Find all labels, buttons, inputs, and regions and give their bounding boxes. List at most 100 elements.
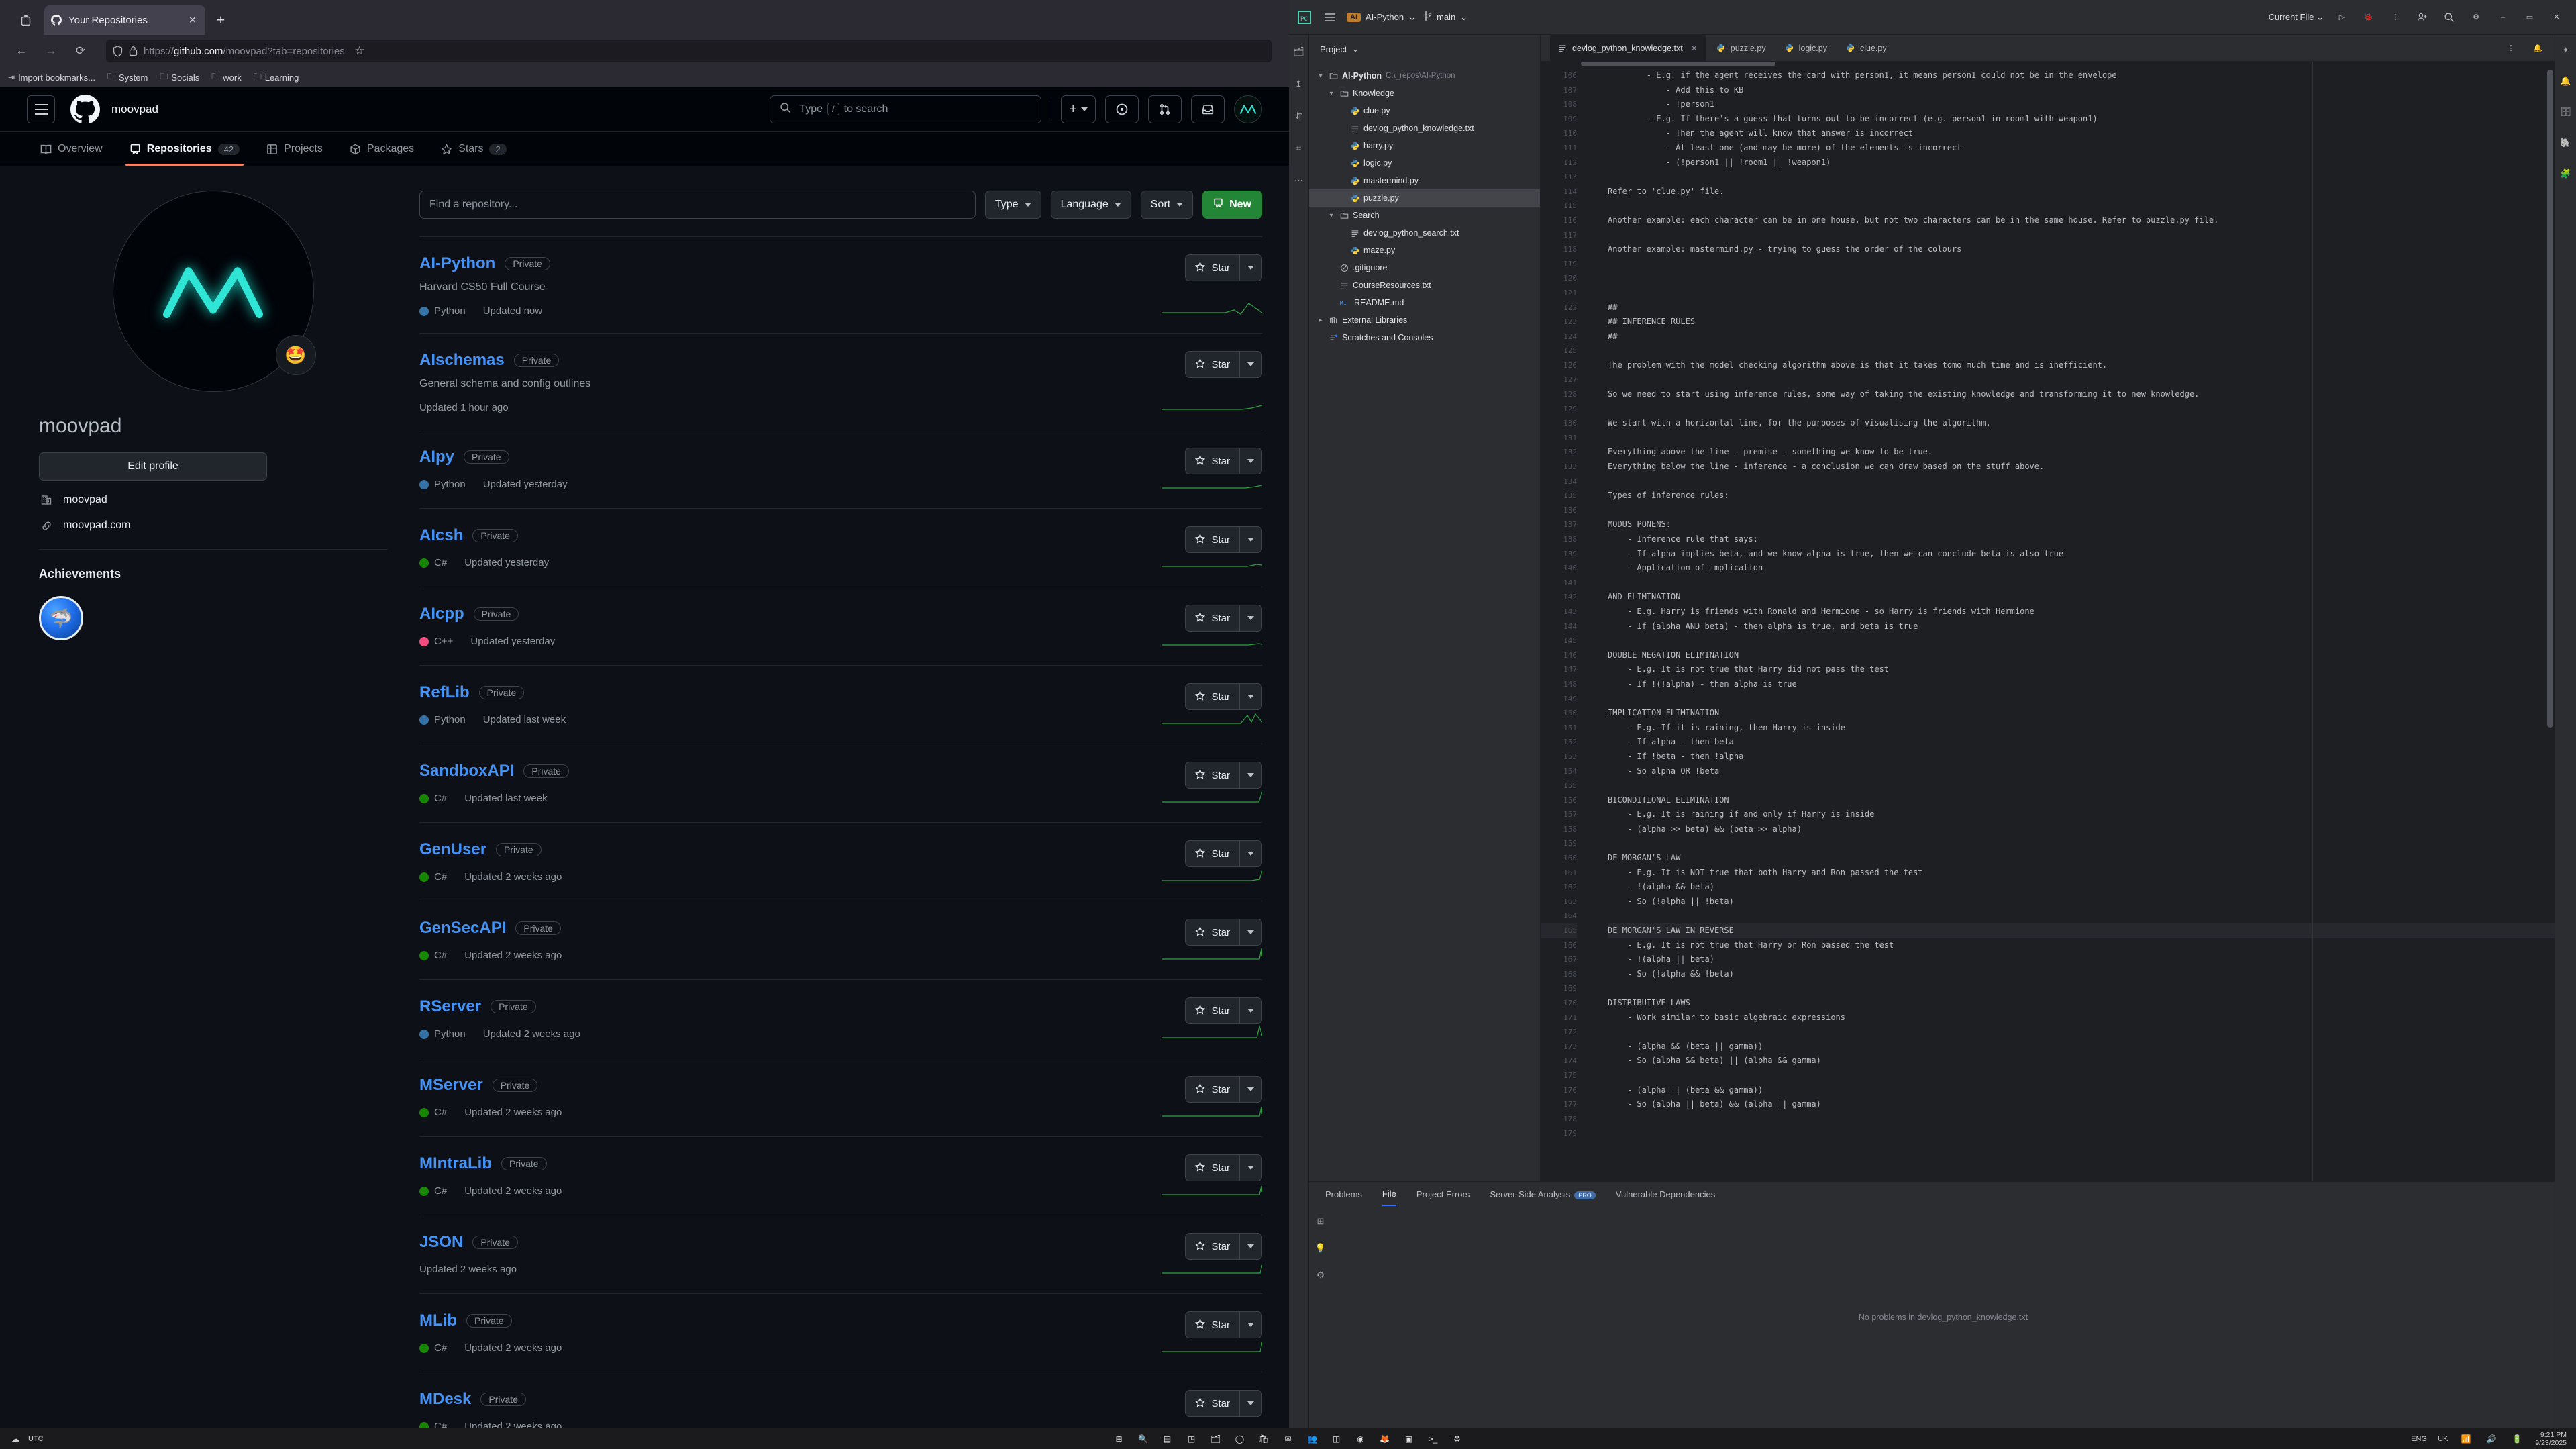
star-button[interactable]: Star [1185,762,1239,789]
main-menu-icon[interactable] [1321,9,1339,26]
start-icon[interactable]: ⊞ [1112,1432,1127,1446]
clock[interactable]: 9:21 PM 9/23/2025 [2535,1431,2567,1447]
browser-tab[interactable]: Your Repositories ✕ [44,5,205,35]
pull-requests-icon[interactable] [1148,95,1182,123]
mail-icon[interactable]: ✉ [1281,1432,1296,1446]
star-button-group[interactable]: Star [1185,351,1262,378]
star-dropdown-button[interactable] [1239,1154,1262,1181]
repository-link[interactable]: MServer [419,1076,483,1095]
minimize-icon[interactable]: – [2494,9,2512,26]
tree-node[interactable]: Scratches and Consoles [1309,329,1540,346]
repository-row[interactable]: AIcsh Private C# Updated yesterday Star [419,509,1262,587]
editor-tab[interactable]: logic.py [1777,35,1835,62]
repository-link[interactable]: GenSecAPI [419,919,506,938]
weather-icon[interactable]: ☁ [8,1432,23,1446]
branch-selector[interactable]: main ⌄ [1424,11,1467,23]
settings-icon[interactable]: ⚙ [1450,1432,1465,1446]
address-bar[interactable]: https://github.com/moovpad?tab=repositor… [106,40,1272,62]
database-icon[interactable]: 🗄 [2559,105,2573,119]
star-button[interactable]: Star [1185,1390,1239,1417]
tree-toggle-icon[interactable]: ▾ [1327,90,1336,97]
plugins-icon[interactable]: 🧩 [2559,166,2573,181]
star-button-group[interactable]: Star [1185,254,1262,281]
star-dropdown-button[interactable] [1239,1076,1262,1103]
expand-all-icon[interactable]: ⊞ [1313,1214,1328,1229]
notifications-icon[interactable]: 🔔 [2529,40,2546,57]
repository-link[interactable]: RServer [419,997,481,1016]
star-dropdown-button[interactable] [1239,762,1262,789]
star-dropdown-button[interactable] [1239,997,1262,1024]
star-dropdown-button[interactable] [1239,1233,1262,1260]
tree-node[interactable]: devlog_python_search.txt [1309,224,1540,242]
star-button-group[interactable]: Star [1185,919,1262,946]
pull-requests-tool-icon[interactable]: ⇵ [1292,109,1306,123]
star-button[interactable]: Star [1185,683,1239,710]
reload-icon[interactable]: ⟳ [67,40,94,62]
problems-tab[interactable]: File [1382,1182,1396,1206]
bookmark-item[interactable]: 🗀 Socials [160,70,199,85]
repository-row[interactable]: MServer Private C# Updated 2 weeks ago Star [419,1058,1262,1137]
repository-row[interactable]: SandboxAPI Private C# Updated last week Star [419,744,1262,823]
battery-icon[interactable]: 🔋 [2510,1432,2524,1446]
structure-tool-icon[interactable]: ⌗ [1292,141,1306,156]
tree-node[interactable]: devlog_python_knowledge.txt [1309,119,1540,137]
close-icon[interactable]: ✕ [1691,44,1698,53]
tree-node[interactable]: puzzle.py [1309,189,1540,207]
edit-profile-button[interactable]: Edit profile [39,452,267,481]
bookmark-star-icon[interactable]: ☆ [351,40,368,62]
repository-row[interactable]: AI-Python Private Harvard CS50 Full Course… [419,237,1262,334]
tree-node[interactable]: ▾ Knowledge [1309,85,1540,102]
keyboard-layout-indicator[interactable]: UK [2438,1435,2448,1443]
notifications-inbox-icon[interactable] [1191,95,1225,123]
star-button-group[interactable]: Star [1185,526,1262,553]
repository-link[interactable]: AIpy [419,448,454,466]
search-everywhere-icon[interactable] [2440,9,2458,26]
language-indicator[interactable]: ENG [2411,1435,2427,1443]
tab-packages[interactable]: Packages [336,132,427,166]
repository-link[interactable]: AI-Python [419,254,495,273]
problems-tab[interactable]: Project Errors [1416,1189,1470,1199]
star-dropdown-button[interactable] [1239,919,1262,946]
teams-icon[interactable]: 👥 [1305,1432,1320,1446]
repository-row[interactable]: MIntraLib Private C# Updated 2 weeks ago Sta… [419,1137,1262,1215]
forward-icon[interactable]: → [38,40,64,62]
editor-tab[interactable]: clue.py [1838,35,1895,62]
problems-tab[interactable]: Vulnerable Dependencies [1616,1189,1715,1199]
star-button[interactable]: Star [1185,1154,1239,1181]
create-new-button[interactable]: + [1061,95,1096,123]
debug-icon[interactable]: 🐞 [2360,9,2377,26]
tree-node[interactable]: maze.py [1309,242,1540,259]
star-dropdown-button[interactable] [1239,351,1262,378]
store-icon[interactable]: 🛍 [1257,1432,1272,1446]
repository-link[interactable]: MLib [419,1311,457,1330]
star-button-group[interactable]: Star [1185,1154,1262,1181]
star-button-group[interactable]: Star [1185,762,1262,789]
achievement-badge[interactable]: 🦈 [39,596,83,640]
settings-gear-icon[interactable]: ⚙ [2467,9,2485,26]
repository-link[interactable]: AIcsh [419,526,463,545]
tree-node[interactable]: CourseResources.txt [1309,277,1540,294]
tree-node[interactable]: clue.py [1309,102,1540,119]
star-dropdown-button[interactable] [1239,526,1262,553]
shield-icon[interactable] [113,45,123,57]
volume-icon[interactable]: 🔊 [2484,1432,2499,1446]
repository-row[interactable]: AIschemas Private General schema and confi… [419,334,1262,430]
jetbrains-icon[interactable]: ▣ [1402,1432,1416,1446]
tab-repositories[interactable]: Repositories 42 [116,132,253,166]
tree-toggle-icon[interactable]: ▸ [1316,317,1325,324]
editor-tab[interactable]: puzzle.py [1708,35,1774,62]
gradle-icon[interactable]: 🐘 [2559,136,2573,150]
settings-icon[interactable]: ⚙ [1313,1268,1328,1283]
commit-tool-icon[interactable]: ↥ [1292,77,1306,91]
vscode-icon[interactable]: ◫ [1329,1432,1344,1446]
repository-link[interactable]: AIcpp [419,605,464,623]
status-emoji[interactable]: 🤩 [275,335,316,375]
star-button[interactable]: Star [1185,1311,1239,1338]
repository-row[interactable]: JSON Private Updated 2 weeks ago Star [419,1215,1262,1294]
repository-row[interactable]: AIpy Private Python Updated yesterday Star [419,430,1262,509]
tab-list-icon[interactable] [7,5,44,35]
tree-node[interactable]: mastermind.py [1309,172,1540,189]
repository-row[interactable]: MLib Private C# Updated 2 weeks ago Star [419,1294,1262,1372]
project-selector[interactable]: AI AI-Python ⌄ [1347,12,1416,23]
star-dropdown-button[interactable] [1239,605,1262,632]
